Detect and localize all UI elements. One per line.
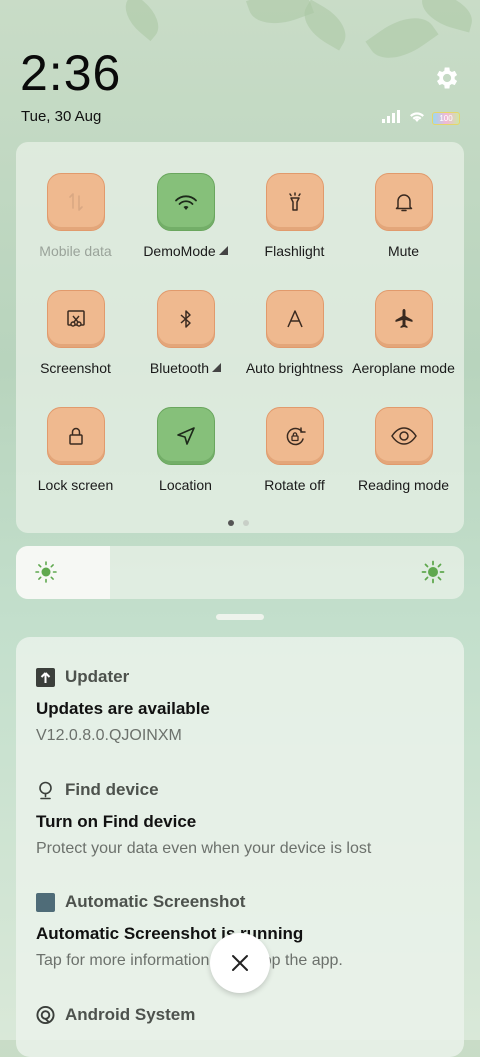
tile-label: Screenshot (40, 360, 111, 376)
tile-location[interactable]: Location (131, 407, 240, 493)
notification-app-name: Updater (65, 667, 130, 686)
notification-title: Turn on Find device (36, 812, 197, 831)
brightness-fill (16, 546, 111, 599)
notification-list: Updater Updates are available V12.0.8.0.… (16, 637, 464, 1057)
eye-icon[interactable] (374, 407, 433, 465)
notification-body: Tap for more information or to stop the … (36, 952, 343, 969)
notification-title: Updates are available (36, 699, 210, 718)
page-indicator (228, 520, 249, 526)
wifi-status-icon (408, 109, 426, 128)
notification-body: Protect your data even when your device … (36, 840, 372, 857)
notification-item[interactable]: Find device Turn on Find device Protect … (36, 780, 371, 858)
tile-flashlight[interactable]: Flashlight (240, 173, 349, 259)
tile-label: Flashlight (264, 243, 325, 259)
quick-settings-panel: Mobile data DemoMode Flashlight Mute Scr… (16, 142, 464, 533)
notification-app-name: Find device (65, 780, 159, 799)
tile-label: Mobile data (39, 243, 112, 259)
close-button[interactable] (210, 933, 270, 993)
tile-label: Bluetooth (149, 360, 210, 376)
tile-demomode[interactable]: DemoMode (131, 173, 240, 259)
brightness-slider[interactable] (16, 546, 464, 599)
tile-mobile-data[interactable]: Mobile data (21, 173, 130, 259)
tile-lock-screen[interactable]: Lock screen (21, 407, 130, 493)
tile-mute[interactable]: Mute (349, 173, 458, 259)
notification-item[interactable]: Automatic Screenshot Automatic Screensho… (36, 892, 343, 970)
android-system-icon (36, 1005, 55, 1025)
tile-bluetooth[interactable]: Bluetooth (131, 290, 240, 376)
bluetooth-icon[interactable] (156, 290, 215, 348)
automatic-screenshot-icon (36, 892, 55, 912)
tile-label: DemoMode (143, 243, 216, 259)
find-device-icon (36, 781, 55, 800)
auto-brightness-icon[interactable] (265, 290, 324, 348)
tile-screenshot[interactable]: Screenshot (21, 290, 130, 376)
settings-gear-icon[interactable] (432, 64, 460, 92)
notification-app-name: Android System (65, 1005, 196, 1024)
page-dot-active[interactable] (228, 520, 234, 526)
notification-app-name: Automatic Screenshot (65, 892, 246, 911)
flashlight-icon[interactable] (265, 173, 324, 231)
date: Tue, 30 Aug (21, 108, 102, 125)
expand-triangle-icon[interactable] (218, 246, 228, 255)
notification-body: V12.0.8.0.QJOINXM (36, 727, 182, 744)
page-dot[interactable] (243, 520, 249, 526)
tile-reading-mode[interactable]: Reading mode (349, 407, 458, 493)
tile-auto-brightness[interactable]: Auto brightness (240, 290, 349, 376)
airplane-icon[interactable] (374, 290, 433, 348)
tile-label: Reading mode (357, 477, 450, 493)
tile-label: Location (159, 477, 212, 493)
expand-triangle-icon[interactable] (212, 363, 222, 372)
clock: 2:36 (20, 45, 122, 101)
tile-aeroplane-mode[interactable]: Aeroplane mode (349, 290, 458, 376)
brightness-high-icon (421, 560, 445, 584)
wifi-icon[interactable] (156, 173, 215, 231)
tile-label: Auto brightness (245, 360, 344, 376)
bell-icon[interactable] (374, 173, 433, 231)
lock-icon[interactable] (46, 407, 105, 465)
rotate-icon[interactable] (265, 407, 324, 465)
battery-icon: 100 (432, 111, 460, 125)
updater-icon (36, 667, 55, 687)
notification-item[interactable]: Updater Updates are available V12.0.8.0.… (36, 667, 210, 745)
tile-label: Mute (387, 243, 420, 259)
location-icon[interactable] (156, 407, 215, 465)
brightness-low-icon (34, 560, 58, 584)
tile-label: Lock screen (37, 477, 114, 493)
tile-rotate[interactable]: Rotate off (240, 407, 349, 493)
drag-handle[interactable] (216, 614, 264, 620)
signal-icon (382, 109, 402, 128)
status-header: 2:36 Tue, 30 Aug 100 (0, 0, 480, 140)
notification-item[interactable]: Android System (36, 1005, 195, 1025)
notification-title: Automatic Screenshot is running (36, 924, 304, 943)
close-icon (232, 955, 248, 971)
tile-label: Rotate off (264, 477, 325, 493)
mobile-data-icon[interactable] (46, 173, 105, 231)
system-icons: 100 (382, 109, 460, 128)
screenshot-icon[interactable] (46, 290, 105, 348)
tile-label: Aeroplane mode (352, 360, 455, 376)
